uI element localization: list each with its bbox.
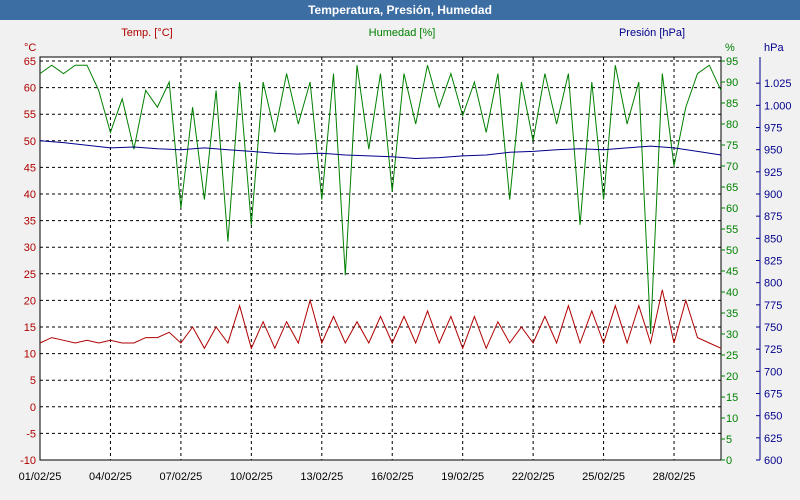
- humidity-tick-label: 25: [726, 350, 738, 362]
- humidity-tick-label: 90: [726, 77, 738, 89]
- temp-tick-label: 65: [24, 56, 36, 68]
- chart-canvas: Temp. [°C] Humedad [%] Presión [hPa] °C …: [19, 27, 792, 483]
- temp-tick-label: 10: [24, 349, 36, 361]
- temp-axis-title: Temp. [°C]: [121, 27, 172, 39]
- humidity-tick-label: 70: [726, 161, 738, 173]
- pressure-tick-label: 650: [764, 411, 782, 423]
- humidity-tick-label: 35: [726, 308, 738, 320]
- humidity-tick-label: 65: [726, 182, 738, 194]
- pressure-tick-label: 875: [764, 211, 782, 223]
- pressure-axis-title: Presión [hPa]: [619, 27, 685, 39]
- humidity-tick-label: 5: [726, 434, 732, 446]
- temp-unit: °C: [24, 42, 36, 54]
- humidity-tick-label: 0: [726, 455, 732, 467]
- temp-tick-label: 35: [24, 216, 36, 228]
- pressure-tick-label: 925: [764, 167, 782, 179]
- humidity-tick-label: 95: [726, 56, 738, 68]
- pressure-tick-label: 1.000: [764, 100, 792, 112]
- humidity-axis-title: Humedad [%]: [369, 27, 436, 39]
- humidity-tick-label: 55: [726, 224, 738, 236]
- pressure-tick-label: 975: [764, 123, 782, 135]
- x-tick-label: 01/02/25: [19, 471, 62, 483]
- pressure-tick-label: 725: [764, 344, 782, 356]
- pressure-tick-label: 700: [764, 366, 782, 378]
- x-tick-label: 28/02/25: [653, 471, 696, 483]
- temp-tick-label: 20: [24, 295, 36, 307]
- x-tick-label: 19/02/25: [441, 471, 484, 483]
- chart-window: Temperatura, Presión, Humedad Temp. [°C]…: [0, 0, 800, 500]
- humidity-tick-label: 50: [726, 245, 738, 257]
- temp-tick-label: 15: [24, 322, 36, 334]
- temp-tick-label: 40: [24, 189, 36, 201]
- humidity-tick-label: 20: [726, 371, 738, 383]
- humidity-tick-label: 45: [726, 266, 738, 278]
- humidity-tick-label: 75: [726, 140, 738, 152]
- humidity-tick-label: 85: [726, 98, 738, 110]
- humidity-tick-label: 15: [726, 392, 738, 404]
- temp-tick-label: 45: [24, 162, 36, 174]
- temp-tick-label: 5: [30, 375, 36, 387]
- x-tick-label: 25/02/25: [582, 471, 625, 483]
- x-tick-label: 07/02/25: [159, 471, 202, 483]
- temp-tick-label: 50: [24, 136, 36, 148]
- pressure-tick-label: 800: [764, 278, 782, 290]
- pressure-tick-label: 825: [764, 256, 782, 268]
- temp-tick-label: -5: [26, 428, 36, 440]
- pressure-tick-label: 675: [764, 389, 782, 401]
- pressure-unit: hPa: [764, 42, 784, 54]
- plot-area: [39, 56, 722, 461]
- pressure-tick-label: 850: [764, 233, 782, 245]
- pressure-tick-label: 900: [764, 189, 782, 201]
- humidity-tick-label: 30: [726, 329, 738, 341]
- x-tick-label: 04/02/25: [89, 471, 132, 483]
- temp-tick-label: 0: [30, 402, 36, 414]
- temp-tick-label: -10: [20, 455, 36, 467]
- humidity-tick-label: 60: [726, 203, 738, 215]
- temp-tick-label: 55: [24, 109, 36, 121]
- temp-tick-label: 25: [24, 269, 36, 281]
- temp-tick-label: 30: [24, 242, 36, 254]
- humidity-tick-label: 10: [726, 413, 738, 425]
- humidity-tick-label: 40: [726, 287, 738, 299]
- x-tick-label: 10/02/25: [230, 471, 273, 483]
- x-tick-label: 22/02/25: [512, 471, 555, 483]
- pressure-tick-label: 1.025: [764, 78, 792, 90]
- humidity-tick-label: 80: [726, 119, 738, 131]
- pressure-tick-label: 775: [764, 300, 782, 312]
- x-tick-label: 13/02/25: [300, 471, 343, 483]
- humidity-unit: %: [725, 42, 735, 54]
- pressure-tick-label: 625: [764, 433, 782, 445]
- x-tick-label: 16/02/25: [371, 471, 414, 483]
- pressure-tick-label: 750: [764, 322, 782, 334]
- pressure-tick-label: 600: [764, 455, 782, 467]
- temp-tick-label: 60: [24, 83, 36, 95]
- pressure-tick-label: 950: [764, 145, 782, 157]
